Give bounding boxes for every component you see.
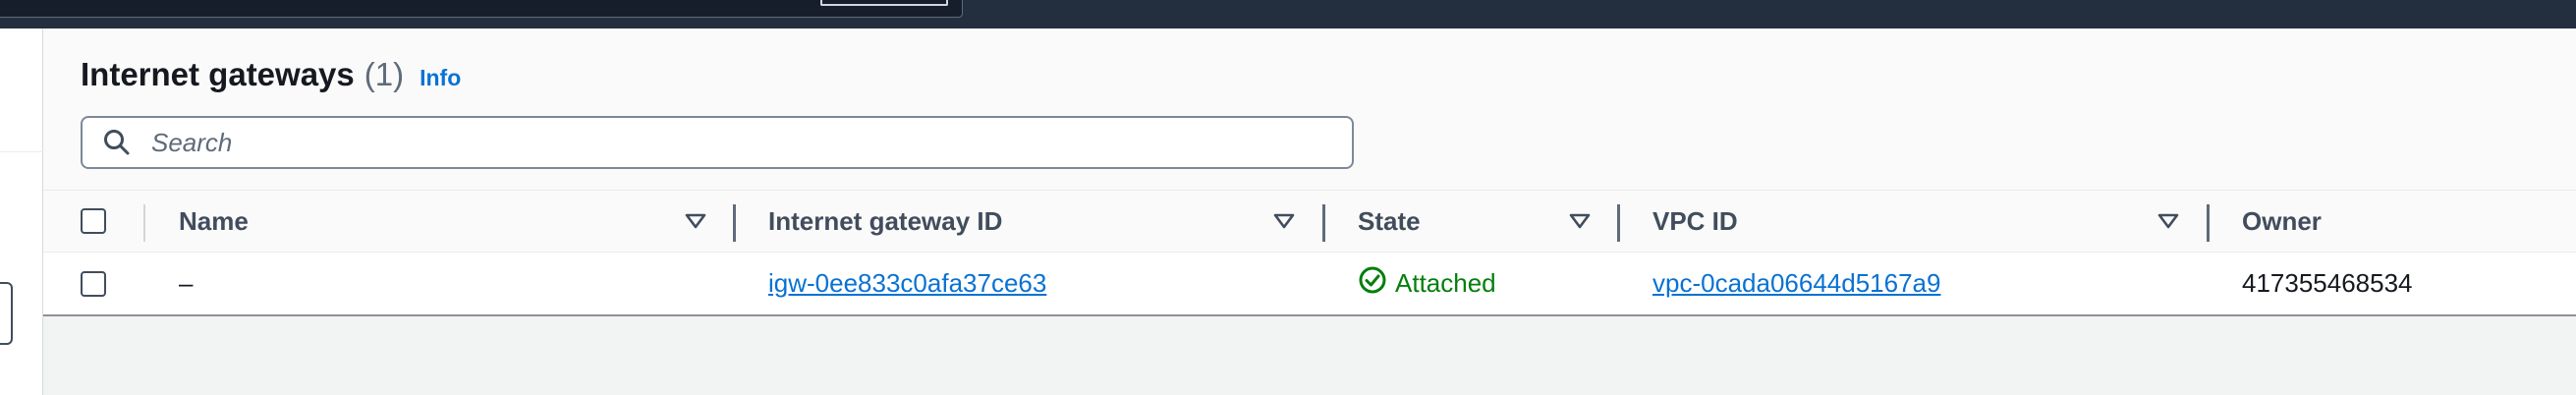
status-success-icon <box>1358 265 1387 302</box>
keyboard-shortcut-hint <box>820 0 948 6</box>
table-row[interactable]: – igw-0ee833c0afa37ce63 Attached vpc-0ca… <box>43 253 2576 314</box>
column-divider <box>143 204 145 242</box>
table-header-row: Name Internet gateway ID State VPC ID Ow… <box>43 190 2576 253</box>
column-resizer[interactable] <box>2207 204 2210 242</box>
column-header-owner[interactable]: Owner <box>2242 191 2322 252</box>
vpc-id-link[interactable]: vpc-0cada06644d5167a9 <box>1652 268 1940 299</box>
cell-vpc-id: vpc-0cada06644d5167a9 <box>1652 253 1940 314</box>
nav-collapsed-control[interactable] <box>0 282 13 345</box>
select-all-checkbox-cell <box>81 191 106 252</box>
cell-name: – <box>179 268 194 298</box>
column-header-state[interactable]: State <box>1358 191 1421 252</box>
column-resizer[interactable] <box>1617 204 1620 242</box>
state-label: Attached <box>1395 268 1496 298</box>
row-checkbox-cell <box>81 253 106 314</box>
global-search-field[interactable] <box>0 0 963 18</box>
console-top-bar <box>0 0 2576 28</box>
page-title: Internet gateways (1) Info <box>81 56 461 93</box>
column-header-label: VPC ID <box>1652 205 1738 236</box>
search-icon <box>83 118 151 167</box>
page-title-text: Internet gateways <box>81 56 355 92</box>
row-select-checkbox[interactable] <box>81 270 106 297</box>
column-header-vpc-id[interactable]: VPC ID <box>1652 191 1738 252</box>
sort-caret-icon[interactable] <box>1272 191 1296 252</box>
column-header-name[interactable]: Name <box>179 191 249 252</box>
column-header-gateway-id[interactable]: Internet gateway ID <box>768 191 1002 252</box>
sort-caret-icon[interactable] <box>684 191 707 252</box>
cell-owner: 417355468534 <box>2242 268 2413 298</box>
column-header-label: State <box>1358 205 1421 236</box>
cell-gateway-id: igw-0ee833c0afa37ce63 <box>768 253 1046 314</box>
sort-caret-icon[interactable] <box>1568 191 1592 252</box>
column-resizer[interactable] <box>1322 204 1325 242</box>
sort-caret-icon[interactable] <box>2156 191 2180 252</box>
gateway-id-link[interactable]: igw-0ee833c0afa37ce63 <box>768 268 1046 299</box>
resource-count: (1) <box>364 56 405 92</box>
column-header-label: Owner <box>2242 205 2322 236</box>
column-header-label: Internet gateway ID <box>768 205 1003 236</box>
side-navigation-edge <box>0 28 43 395</box>
column-header-label: Name <box>179 205 249 236</box>
info-link[interactable]: Info <box>420 65 461 91</box>
page-background <box>43 316 2576 395</box>
search-input[interactable] <box>151 127 1311 158</box>
search-filter[interactable] <box>81 116 1354 169</box>
select-all-checkbox[interactable] <box>81 208 106 234</box>
column-resizer[interactable] <box>733 204 736 242</box>
nav-divider <box>0 151 43 152</box>
internet-gateways-table-container: Internet gateways (1) Info Name Internet… <box>43 28 2576 316</box>
cell-state: Attached <box>1358 253 1496 314</box>
